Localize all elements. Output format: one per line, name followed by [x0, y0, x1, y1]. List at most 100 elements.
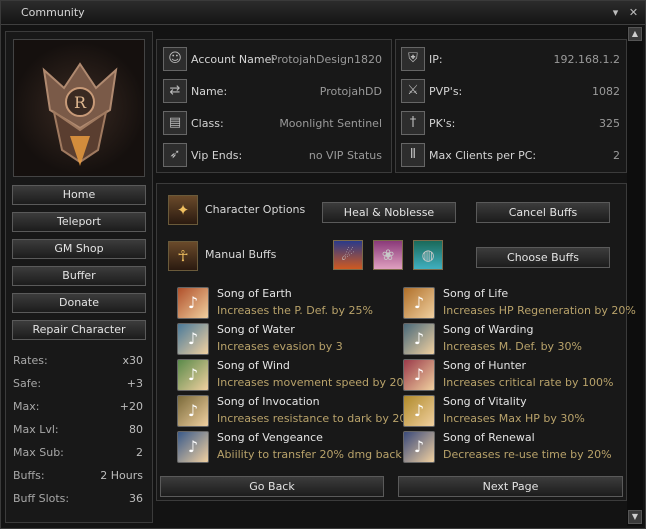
song-item[interactable]: ♪ Song of Warding Increases M. Def. by 30%	[403, 322, 623, 358]
stat-row: Buffs: 2 Hours	[13, 469, 145, 487]
song-name: Song of Water	[217, 323, 295, 336]
song-portrait-icon[interactable]: ♪	[177, 431, 209, 463]
song-portrait-icon[interactable]: ♪	[403, 287, 435, 319]
song-portrait-icon[interactable]: ♪	[177, 323, 209, 355]
go-back-button[interactable]: Go Back	[160, 476, 384, 497]
stat-row: Max Sub: 2	[13, 446, 145, 464]
teleport-button[interactable]: Teleport	[12, 212, 146, 232]
account-row: ➶ Vip Ends: no VIP Status	[163, 143, 382, 169]
song-item[interactable]: ♪ Song of Invocation Increases resistance …	[177, 394, 406, 430]
song-description: Increases Max HP by 30%	[443, 412, 585, 425]
scroll-down-icon[interactable]: ▼	[628, 510, 642, 524]
song-item[interactable]: ♪ Song of Vengeance Abiility to transfer 2…	[177, 430, 402, 466]
stat-label: Max:	[13, 400, 40, 413]
song-portrait-icon[interactable]: ♪	[403, 431, 435, 463]
info-label: PVP's:	[429, 85, 463, 98]
wing-icon: ➶	[163, 143, 187, 167]
info-label: Account Name:	[191, 53, 276, 66]
song-description: Increases M. Def. by 30%	[443, 340, 583, 353]
stat-row: Max Lvl: 80	[13, 423, 145, 441]
info-value: 2	[613, 149, 620, 162]
song-item[interactable]: ♪ Song of Wind Increases movement speed by…	[177, 358, 403, 394]
song-portrait-icon[interactable]: ♪	[403, 323, 435, 355]
scroll-up-icon[interactable]: ▲	[628, 27, 642, 41]
book-icon: ▤	[163, 111, 187, 135]
minimize-icon[interactable]: ▾	[609, 6, 622, 19]
song-description: Increases resistance to dark by 20	[217, 412, 407, 425]
character-options-icon[interactable]: ✦	[168, 195, 198, 225]
info-label: Name:	[191, 85, 228, 98]
song-item[interactable]: ♪ Song of Earth Increases the P. Def. by 2…	[177, 286, 397, 322]
cancel-buffs-button[interactable]: Cancel Buffs	[476, 202, 610, 223]
home-button[interactable]: Home	[12, 185, 146, 205]
shield-icon: ⛨	[401, 47, 425, 71]
song-item[interactable]: ♪ Song of Water Increases evasion by 3	[177, 322, 397, 358]
next-page-button[interactable]: Next Page	[398, 476, 623, 497]
song-portrait-icon[interactable]: ♪	[177, 359, 209, 391]
community-window: Community ▾ ✕ ▲ ▼ R Home Teleport GM Shop B…	[0, 0, 646, 529]
stat-value: x30	[122, 354, 143, 367]
song-description: Increases critical rate by 100%	[443, 376, 614, 389]
info-value: 192.168.1.2	[553, 53, 620, 66]
server-row: † PK's: 325	[401, 111, 620, 137]
donate-button[interactable]: Donate	[12, 293, 146, 313]
heal-noblesse-button[interactable]: Heal & Noblesse	[322, 202, 456, 223]
song-portrait-icon[interactable]: ♪	[177, 395, 209, 427]
buffer-button[interactable]: Buffer	[12, 266, 146, 286]
stat-label: Max Sub:	[13, 446, 64, 459]
stat-label: Buffs:	[13, 469, 45, 482]
song-item[interactable]: ♪ Song of Hunter Increases critical rate b…	[403, 358, 623, 394]
song-item[interactable]: ♪ Song of Life Increases HP Regeneration b…	[403, 286, 636, 322]
account-row: ☺ Account Name: ProtojahDesign1820	[163, 47, 382, 73]
crown-emblem-icon: R	[42, 62, 118, 166]
info-value: no VIP Status	[308, 149, 382, 162]
person-icon: ☺	[163, 47, 187, 71]
info-value: ProtojahDesign1820	[270, 53, 382, 66]
info-label: Vip Ends:	[191, 149, 243, 162]
song-description: Increases movement speed by 20	[217, 376, 404, 389]
scrollbar[interactable]: ▲ ▼	[627, 27, 643, 526]
song-name: Song of Hunter	[443, 359, 527, 372]
stat-row: Rates: x30	[13, 354, 145, 372]
stat-row: Safe: +3	[13, 377, 145, 395]
song-description: Decreases re-use time by 20%	[443, 448, 612, 461]
info-value: 1082	[592, 85, 620, 98]
window-title: Community	[21, 6, 85, 19]
close-icon[interactable]: ✕	[627, 6, 640, 19]
stat-label: Safe:	[13, 377, 42, 390]
flame-buff-icon[interactable]: ☄	[333, 240, 363, 270]
globe-buff-icon[interactable]: ◍	[413, 240, 443, 270]
song-item[interactable]: ♪ Song of Renewal Decreases re-use time by…	[403, 430, 623, 466]
song-portrait-icon[interactable]: ♪	[403, 395, 435, 427]
manual-buffs-label: Manual Buffs	[205, 248, 277, 261]
info-label: PK's:	[429, 117, 456, 130]
song-name: Song of Invocation	[217, 395, 320, 408]
server-logo: R	[13, 39, 145, 177]
info-label: IP:	[429, 53, 443, 66]
song-portrait-icon[interactable]: ♪	[403, 359, 435, 391]
song-description: Increases HP Regeneration by 20%	[443, 304, 636, 317]
stat-label: Max Lvl:	[13, 423, 59, 436]
song-item[interactable]: ♪ Song of Vitality Increases Max HP by 30%	[403, 394, 623, 430]
song-portrait-icon[interactable]: ♪	[177, 287, 209, 319]
pillars-icon: Ⅱ	[401, 143, 425, 167]
stat-row: Buff Slots: 36	[13, 492, 145, 510]
stat-value: 80	[129, 423, 143, 436]
repair-character-button[interactable]: Repair Character	[12, 320, 146, 340]
choose-buffs-button[interactable]: Choose Buffs	[476, 247, 610, 268]
server-row: Ⅱ Max Clients per PC: 2	[401, 143, 620, 169]
server-row: ⚔ PVP's: 1082	[401, 79, 620, 105]
stat-label: Rates:	[13, 354, 48, 367]
manual-buffs-icon[interactable]: ☥	[168, 241, 198, 271]
dance-buff-icon[interactable]: ❀	[373, 240, 403, 270]
song-description: Increases the P. Def. by 25%	[217, 304, 373, 317]
info-value: ProtojahDD	[319, 85, 382, 98]
gm-shop-button[interactable]: GM Shop	[12, 239, 146, 259]
stat-value: 2 Hours	[100, 469, 143, 482]
server-row: ⛨ IP: 192.168.1.2	[401, 47, 620, 73]
song-name: Song of Earth	[217, 287, 292, 300]
song-description: Increases evasion by 3	[217, 340, 343, 353]
stat-value: 2	[136, 446, 143, 459]
sword-icon: †	[401, 111, 425, 135]
title-bar[interactable]: Community ▾ ✕	[1, 1, 645, 25]
